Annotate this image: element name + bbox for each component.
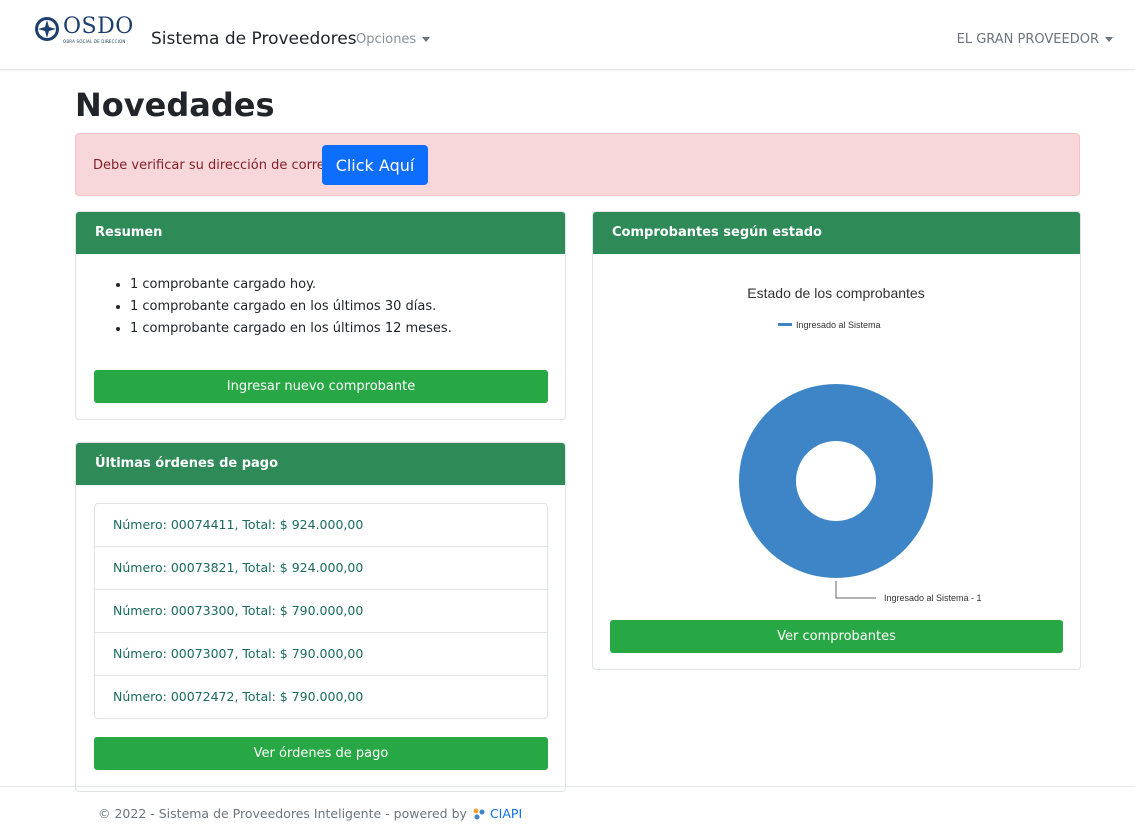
legend-swatch (778, 323, 792, 326)
orden-link[interactable]: Número: 00073300, Total: $ 790.000,00 (95, 590, 547, 633)
ordenes-card: Últimas órdenes de pago Número: 00074411… (75, 442, 566, 792)
status-donut-chart: Estado de los comprobantes Ingresado al S… (738, 285, 982, 603)
ciapi-link[interactable]: CIAPI (472, 806, 522, 821)
ciapi-logo-icon (473, 808, 485, 819)
orden-link[interactable]: Número: 00074411, Total: $ 924.000,00 (95, 504, 547, 547)
new-comprobante-button[interactable]: Ingresar nuevo comprobante (94, 370, 548, 403)
resumen-card: Resumen 1 comprobante cargado hoy. 1 com… (75, 211, 566, 420)
data-label: Ingresado al Sistema - 1 (884, 593, 982, 603)
footer-text: © 2022 - Sistema de Proveedores Intelige… (98, 806, 467, 821)
chart-legend: Ingresado al Sistema (778, 320, 881, 330)
footer-divider (0, 786, 1135, 787)
page-title: Novedades (75, 86, 275, 124)
navbar: OSDO OBRA SOCIAL DE DIRECCION Sistema de… (0, 5, 1135, 70)
view-comprobantes-button[interactable]: Ver comprobantes (610, 620, 1063, 653)
orden-link[interactable]: Número: 00073007, Total: $ 790.000,00 (95, 633, 547, 676)
alert-text: Debe verificar su dirección de correo (93, 158, 333, 173)
list-item: 1 comprobante cargado hoy. (130, 274, 452, 296)
options-dropdown[interactable]: Opciones (356, 32, 431, 47)
app-title[interactable]: Sistema de Proveedores (151, 29, 357, 49)
chevron-down-icon (1105, 37, 1113, 42)
user-label: EL GRAN PROVEEDOR (956, 32, 1099, 47)
brand-logo-subtext: OBRA SOCIAL DE DIRECCION (63, 39, 126, 44)
list-item: 1 comprobante cargado en los últimos 30 … (130, 296, 452, 318)
comprobantes-card: Comprobantes según estado Estado de los … (592, 211, 1081, 670)
legend-label: Ingresado al Sistema (796, 320, 881, 330)
orden-link[interactable]: Número: 00072472, Total: $ 790.000,00 (95, 676, 547, 718)
list-item: 1 comprobante cargado en los últimos 12 … (130, 318, 452, 340)
osdo-logo-icon (35, 17, 59, 41)
email-verification-alert: Debe verificar su dirección de correo Cl… (75, 133, 1080, 196)
verify-email-button[interactable]: Click Aquí (322, 145, 428, 185)
ordenes-header: Últimas órdenes de pago (76, 443, 565, 485)
resumen-list: 1 comprobante cargado hoy. 1 comprobante… (76, 274, 452, 340)
orden-link[interactable]: Número: 00073821, Total: $ 924.000,00 (95, 547, 547, 590)
brand-logo-text: OSDO (63, 14, 134, 39)
footer: © 2022 - Sistema de Proveedores Intelige… (98, 806, 522, 821)
ordenes-list: Número: 00074411, Total: $ 924.000,00 Nú… (94, 503, 548, 719)
data-label-leader-line (835, 581, 876, 599)
view-ordenes-button[interactable]: Ver órdenes de pago (94, 737, 548, 770)
resumen-header: Resumen (76, 212, 565, 254)
user-menu[interactable]: EL GRAN PROVEEDOR (957, 32, 1113, 47)
brand-logo[interactable]: OSDO OBRA SOCIAL DE DIRECCION (34, 16, 134, 44)
pie-slice[interactable] (738, 384, 933, 578)
options-label: Opciones (356, 32, 417, 47)
chevron-down-icon (422, 37, 431, 42)
ciapi-label: CIAPI (489, 806, 523, 821)
comprobantes-header: Comprobantes según estado (593, 212, 1080, 254)
chart-title: Estado de los comprobantes (747, 285, 924, 301)
